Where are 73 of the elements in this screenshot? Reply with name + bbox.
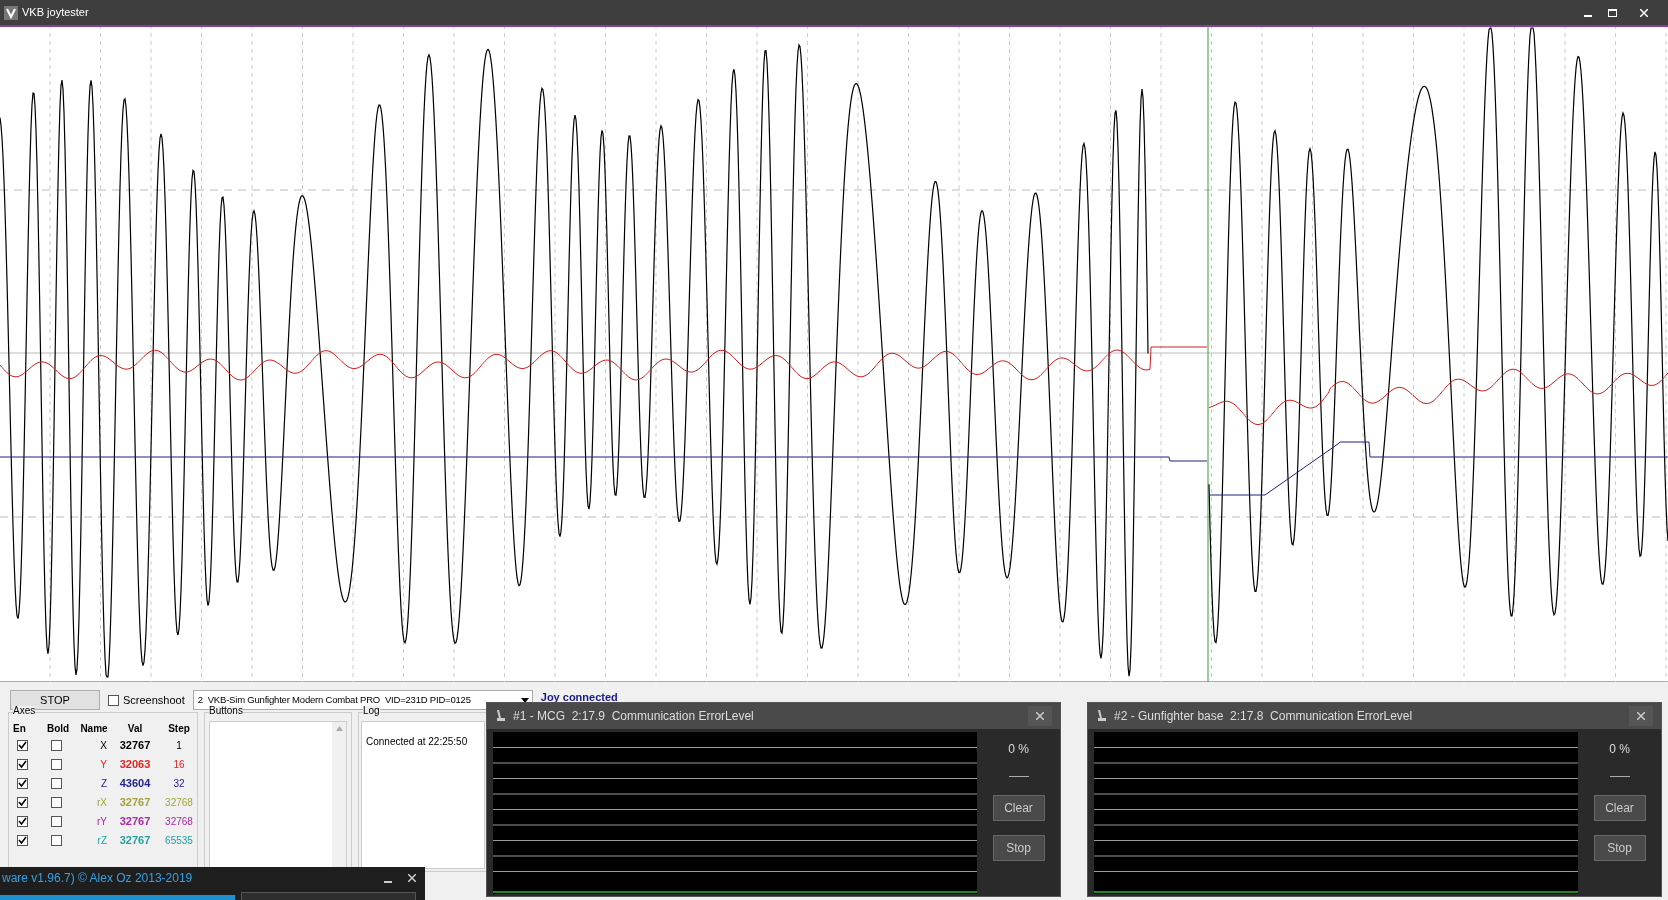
checkbox[interactable] (51, 759, 62, 770)
checkbox[interactable] (108, 694, 119, 706)
joystick-icon (1096, 710, 1106, 722)
checkbox[interactable] (51, 797, 62, 808)
log-line: Connected at 22:25:50 (366, 735, 469, 749)
checkbox[interactable] (17, 778, 28, 789)
maximize-icon (1607, 8, 1617, 17)
joystick-icon (495, 710, 505, 722)
scroll-up-icon (335, 726, 343, 731)
close-button[interactable] (1629, 706, 1653, 726)
checkbox[interactable] (17, 835, 28, 846)
check-icon (18, 817, 27, 826)
axis-name: rY (96, 815, 108, 829)
check-icon (18, 741, 27, 750)
panel-title: Buttons (209, 706, 243, 716)
column-header: Bold (47, 722, 71, 736)
column-header: Val (126, 722, 144, 736)
window-title: ware v1.96.7) © Alex Oz 2013-2019 (2, 870, 193, 887)
window-title: #1 - MCG 2:17.9 Communication ErrorLevel (513, 708, 754, 725)
axis-step: 32768 (159, 814, 199, 829)
column-header: En (13, 722, 27, 736)
window-button[interactable]: Stop (992, 835, 1045, 861)
axis-value: 32767 (118, 833, 152, 849)
checkbox-label: Screenshoot (123, 692, 185, 708)
app-logo-icon (4, 5, 18, 20)
close-icon (1640, 8, 1648, 17)
column-header: Step (167, 722, 191, 736)
scrollbar[interactable] (332, 722, 346, 868)
check-icon (18, 798, 27, 807)
axis-value: 32767 (118, 814, 152, 830)
window-title: #2 - Gunfighter base 2:17.8 Communication ErrorLevel (1114, 708, 1413, 725)
axis-value: 32767 (118, 738, 152, 754)
close-icon (1036, 712, 1044, 720)
close-icon (1637, 712, 1645, 720)
minimize-icon (384, 881, 392, 883)
device-name: 2 VKB-Sim Gunfighter Modern Combat PRO VID=231D PID=0125 (197, 692, 472, 706)
window-title: VKB joytester (22, 5, 89, 21)
minimize-icon (1584, 14, 1592, 17)
check-icon (18, 779, 27, 788)
checkbox[interactable] (17, 797, 28, 808)
checkbox[interactable] (17, 816, 28, 827)
close-button[interactable] (1028, 706, 1052, 726)
connection-status: Joy connected (540, 690, 618, 705)
axis-step: 65535 (159, 833, 199, 848)
axis-step: 32768 (159, 795, 199, 810)
checkbox[interactable] (51, 816, 62, 827)
axis-value: 32063 (118, 757, 152, 773)
axis-value: 43604 (118, 776, 152, 792)
axis-step: 16 (159, 757, 199, 772)
panel-title: Log (363, 706, 380, 716)
axis-name: Y (99, 758, 108, 772)
window-button[interactable]: Clear (1593, 795, 1646, 821)
column-header: Name (79, 722, 109, 736)
error-percent: 0 % (1008, 741, 1029, 758)
axis-name: X (99, 739, 108, 753)
check-icon (18, 836, 27, 845)
axis-step: 32 (159, 776, 199, 791)
axis-name: rX (96, 796, 108, 810)
check-icon (18, 760, 27, 769)
axis-name: Z (99, 777, 108, 791)
axis-name: rZ (96, 834, 108, 848)
close-icon (408, 874, 416, 882)
checkbox[interactable] (51, 835, 62, 846)
panel-title: Axes (13, 706, 36, 716)
checkbox[interactable] (51, 740, 62, 751)
error-percent: 0 % (1609, 741, 1630, 758)
window-button[interactable]: Clear (992, 795, 1045, 821)
axis-step: 1 (159, 738, 199, 753)
checkbox[interactable] (51, 778, 62, 789)
axis-value: 32767 (118, 795, 152, 811)
window-button[interactable]: Stop (1593, 835, 1646, 861)
checkbox[interactable] (17, 759, 28, 770)
checkbox[interactable] (17, 740, 28, 751)
